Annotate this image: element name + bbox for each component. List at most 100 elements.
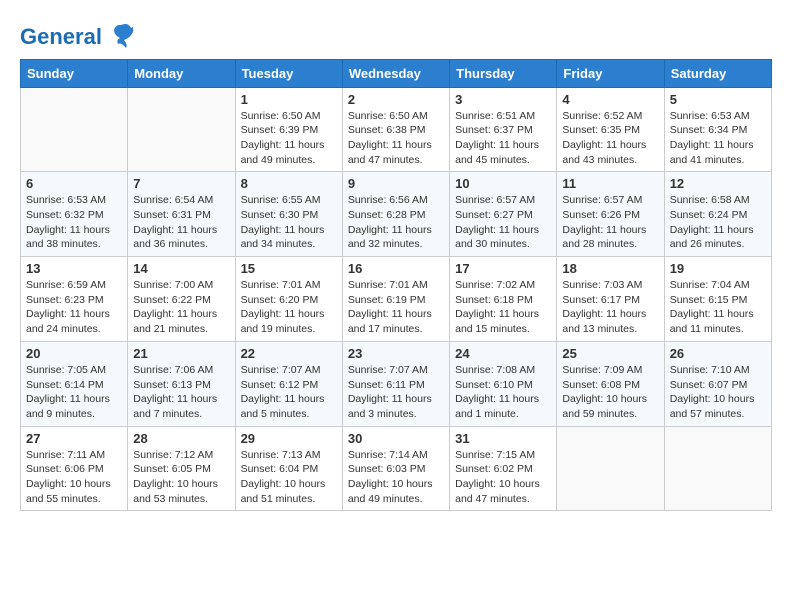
day-info: Sunrise: 7:14 AM Sunset: 6:03 PM Dayligh… — [348, 448, 444, 507]
day-number: 6 — [26, 176, 122, 191]
calendar-cell: 20 Sunrise: 7:05 AM Sunset: 6:14 PM Dayl… — [21, 341, 128, 426]
day-number: 13 — [26, 261, 122, 276]
weekday-header: Sunday — [21, 59, 128, 87]
day-info: Sunrise: 7:07 AM Sunset: 6:11 PM Dayligh… — [348, 363, 444, 422]
calendar-cell: 3 Sunrise: 6:51 AM Sunset: 6:37 PM Dayli… — [450, 87, 557, 172]
day-number: 29 — [241, 431, 337, 446]
calendar-cell: 26 Sunrise: 7:10 AM Sunset: 6:07 PM Dayl… — [664, 341, 771, 426]
calendar-week-row: 13 Sunrise: 6:59 AM Sunset: 6:23 PM Dayl… — [21, 257, 772, 342]
header: General — [20, 20, 772, 49]
day-info: Sunrise: 7:15 AM Sunset: 6:02 PM Dayligh… — [455, 448, 551, 507]
day-info: Sunrise: 7:08 AM Sunset: 6:10 PM Dayligh… — [455, 363, 551, 422]
calendar-cell: 13 Sunrise: 6:59 AM Sunset: 6:23 PM Dayl… — [21, 257, 128, 342]
calendar-cell: 27 Sunrise: 7:11 AM Sunset: 6:06 PM Dayl… — [21, 426, 128, 511]
day-number: 5 — [670, 92, 766, 107]
day-number: 25 — [562, 346, 658, 361]
calendar-week-row: 6 Sunrise: 6:53 AM Sunset: 6:32 PM Dayli… — [21, 172, 772, 257]
calendar-cell: 6 Sunrise: 6:53 AM Sunset: 6:32 PM Dayli… — [21, 172, 128, 257]
calendar-cell: 18 Sunrise: 7:03 AM Sunset: 6:17 PM Dayl… — [557, 257, 664, 342]
day-number: 14 — [133, 261, 229, 276]
calendar-cell: 10 Sunrise: 6:57 AM Sunset: 6:27 PM Dayl… — [450, 172, 557, 257]
day-info: Sunrise: 7:09 AM Sunset: 6:08 PM Dayligh… — [562, 363, 658, 422]
weekday-header: Monday — [128, 59, 235, 87]
day-number: 18 — [562, 261, 658, 276]
day-info: Sunrise: 7:06 AM Sunset: 6:13 PM Dayligh… — [133, 363, 229, 422]
calendar-week-row: 20 Sunrise: 7:05 AM Sunset: 6:14 PM Dayl… — [21, 341, 772, 426]
calendar-cell: 8 Sunrise: 6:55 AM Sunset: 6:30 PM Dayli… — [235, 172, 342, 257]
day-number: 2 — [348, 92, 444, 107]
day-info: Sunrise: 6:59 AM Sunset: 6:23 PM Dayligh… — [26, 278, 122, 337]
day-info: Sunrise: 7:01 AM Sunset: 6:20 PM Dayligh… — [241, 278, 337, 337]
calendar-cell: 22 Sunrise: 7:07 AM Sunset: 6:12 PM Dayl… — [235, 341, 342, 426]
day-number: 15 — [241, 261, 337, 276]
calendar-cell: 4 Sunrise: 6:52 AM Sunset: 6:35 PM Dayli… — [557, 87, 664, 172]
day-info: Sunrise: 6:58 AM Sunset: 6:24 PM Dayligh… — [670, 193, 766, 252]
day-info: Sunrise: 7:11 AM Sunset: 6:06 PM Dayligh… — [26, 448, 122, 507]
calendar-cell: 19 Sunrise: 7:04 AM Sunset: 6:15 PM Dayl… — [664, 257, 771, 342]
calendar-table: SundayMondayTuesdayWednesdayThursdayFrid… — [20, 59, 772, 512]
calendar-cell: 14 Sunrise: 7:00 AM Sunset: 6:22 PM Dayl… — [128, 257, 235, 342]
day-number: 22 — [241, 346, 337, 361]
day-number: 16 — [348, 261, 444, 276]
day-info: Sunrise: 6:53 AM Sunset: 6:34 PM Dayligh… — [670, 109, 766, 168]
weekday-header: Saturday — [664, 59, 771, 87]
day-number: 21 — [133, 346, 229, 361]
day-number: 23 — [348, 346, 444, 361]
day-number: 20 — [26, 346, 122, 361]
day-number: 7 — [133, 176, 229, 191]
day-info: Sunrise: 6:54 AM Sunset: 6:31 PM Dayligh… — [133, 193, 229, 252]
calendar-cell — [21, 87, 128, 172]
day-number: 12 — [670, 176, 766, 191]
day-info: Sunrise: 6:56 AM Sunset: 6:28 PM Dayligh… — [348, 193, 444, 252]
day-info: Sunrise: 7:04 AM Sunset: 6:15 PM Dayligh… — [670, 278, 766, 337]
calendar-cell: 9 Sunrise: 6:56 AM Sunset: 6:28 PM Dayli… — [342, 172, 449, 257]
calendar-cell: 16 Sunrise: 7:01 AM Sunset: 6:19 PM Dayl… — [342, 257, 449, 342]
day-number: 30 — [348, 431, 444, 446]
calendar-cell: 17 Sunrise: 7:02 AM Sunset: 6:18 PM Dayl… — [450, 257, 557, 342]
day-number: 24 — [455, 346, 551, 361]
calendar-cell: 31 Sunrise: 7:15 AM Sunset: 6:02 PM Dayl… — [450, 426, 557, 511]
day-info: Sunrise: 6:53 AM Sunset: 6:32 PM Dayligh… — [26, 193, 122, 252]
day-number: 3 — [455, 92, 551, 107]
day-number: 17 — [455, 261, 551, 276]
calendar-cell: 23 Sunrise: 7:07 AM Sunset: 6:11 PM Dayl… — [342, 341, 449, 426]
calendar-cell — [557, 426, 664, 511]
weekday-header: Wednesday — [342, 59, 449, 87]
day-number: 19 — [670, 261, 766, 276]
calendar-cell — [128, 87, 235, 172]
logo-text-general: General — [20, 24, 102, 49]
calendar-cell: 25 Sunrise: 7:09 AM Sunset: 6:08 PM Dayl… — [557, 341, 664, 426]
calendar-cell: 28 Sunrise: 7:12 AM Sunset: 6:05 PM Dayl… — [128, 426, 235, 511]
calendar-cell: 24 Sunrise: 7:08 AM Sunset: 6:10 PM Dayl… — [450, 341, 557, 426]
day-info: Sunrise: 7:00 AM Sunset: 6:22 PM Dayligh… — [133, 278, 229, 337]
calendar-body: 1 Sunrise: 6:50 AM Sunset: 6:39 PM Dayli… — [21, 87, 772, 511]
day-info: Sunrise: 7:13 AM Sunset: 6:04 PM Dayligh… — [241, 448, 337, 507]
calendar-header-row: SundayMondayTuesdayWednesdayThursdayFrid… — [21, 59, 772, 87]
day-number: 1 — [241, 92, 337, 107]
day-info: Sunrise: 6:55 AM Sunset: 6:30 PM Dayligh… — [241, 193, 337, 252]
day-number: 31 — [455, 431, 551, 446]
calendar-cell: 2 Sunrise: 6:50 AM Sunset: 6:38 PM Dayli… — [342, 87, 449, 172]
day-info: Sunrise: 6:57 AM Sunset: 6:26 PM Dayligh… — [562, 193, 658, 252]
calendar-cell: 12 Sunrise: 6:58 AM Sunset: 6:24 PM Dayl… — [664, 172, 771, 257]
weekday-header: Thursday — [450, 59, 557, 87]
calendar-cell: 15 Sunrise: 7:01 AM Sunset: 6:20 PM Dayl… — [235, 257, 342, 342]
day-number: 4 — [562, 92, 658, 107]
logo-bird-icon — [106, 20, 136, 55]
day-number: 10 — [455, 176, 551, 191]
calendar-cell: 30 Sunrise: 7:14 AM Sunset: 6:03 PM Dayl… — [342, 426, 449, 511]
day-info: Sunrise: 7:01 AM Sunset: 6:19 PM Dayligh… — [348, 278, 444, 337]
day-number: 11 — [562, 176, 658, 191]
logo: General — [20, 20, 136, 49]
calendar-cell: 11 Sunrise: 6:57 AM Sunset: 6:26 PM Dayl… — [557, 172, 664, 257]
calendar-cell: 29 Sunrise: 7:13 AM Sunset: 6:04 PM Dayl… — [235, 426, 342, 511]
calendar-week-row: 27 Sunrise: 7:11 AM Sunset: 6:06 PM Dayl… — [21, 426, 772, 511]
calendar-cell: 7 Sunrise: 6:54 AM Sunset: 6:31 PM Dayli… — [128, 172, 235, 257]
day-info: Sunrise: 7:03 AM Sunset: 6:17 PM Dayligh… — [562, 278, 658, 337]
day-info: Sunrise: 6:50 AM Sunset: 6:39 PM Dayligh… — [241, 109, 337, 168]
calendar-cell: 5 Sunrise: 6:53 AM Sunset: 6:34 PM Dayli… — [664, 87, 771, 172]
day-info: Sunrise: 6:57 AM Sunset: 6:27 PM Dayligh… — [455, 193, 551, 252]
weekday-header: Friday — [557, 59, 664, 87]
calendar-cell: 1 Sunrise: 6:50 AM Sunset: 6:39 PM Dayli… — [235, 87, 342, 172]
calendar-cell — [664, 426, 771, 511]
